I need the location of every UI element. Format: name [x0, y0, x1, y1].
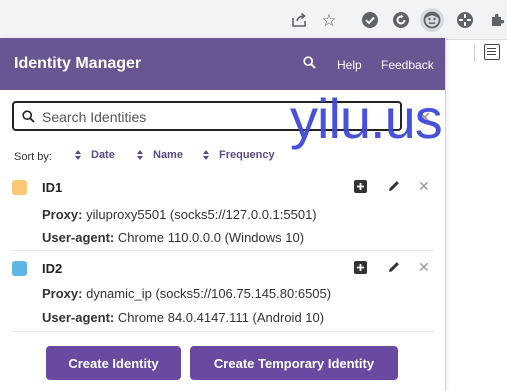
extensions-puzzle-icon[interactable] [486, 8, 507, 32]
extension-check-icon[interactable] [358, 8, 382, 32]
bookmark-star-icon[interactable]: ☆ [317, 8, 341, 32]
proxy-label: Proxy: [42, 207, 83, 222]
identity-color-swatch [12, 180, 27, 195]
create-identity-button[interactable]: Create Identity [46, 346, 181, 380]
identity-name: ID2 [42, 261, 63, 276]
identity-user-agent: User-agent: Chrome 110.0.0.0 (Windows 10… [42, 230, 304, 245]
user-agent-value: Chrome 84.0.4147.111 (Android 10) [117, 310, 325, 325]
browser-toolbar: ☆ [0, 0, 507, 40]
identity-user-agent: User-agent: Chrome 84.0.4147.111 (Androi… [42, 310, 324, 325]
proxy-value: dynamic_ip (socks5://106.75.145.80:6505) [86, 286, 332, 301]
identity-divider [12, 331, 434, 332]
watermark-text: yilu.us [290, 87, 443, 150]
edit-pencil-icon[interactable] [387, 260, 401, 274]
delete-icon[interactable]: ✕ [418, 178, 432, 194]
page-divider [474, 44, 475, 62]
search-icon [22, 110, 35, 123]
sort-option-frequency[interactable]: Frequency [203, 149, 275, 161]
help-link[interactable]: Help [337, 58, 362, 72]
user-agent-label: User-agent: [42, 230, 115, 245]
user-agent-label: User-agent: [42, 310, 115, 325]
add-icon[interactable] [354, 180, 368, 194]
identity-proxy: Proxy: yiluproxy5501 (socks5://127.0.0.1… [42, 207, 317, 222]
extension-crosshair-icon[interactable] [453, 8, 477, 32]
identity-proxy: Proxy: dynamic_ip (socks5://106.75.145.8… [42, 286, 331, 301]
proxy-value: yiluproxy5501 (socks5://127.0.0.1:5501) [86, 207, 317, 222]
extension-refresh-icon[interactable] [389, 8, 413, 32]
sort-option-name[interactable]: Name [137, 149, 183, 161]
page-list-icon[interactable] [484, 44, 500, 60]
popup-title: Identity Manager [14, 55, 142, 72]
identity-divider [12, 250, 434, 251]
add-icon[interactable] [354, 261, 368, 275]
identity-name: ID1 [42, 180, 63, 195]
identity-card[interactable]: ID1 ✕ Proxy: yiluproxy5501 (socks5://127… [0, 174, 445, 254]
identity-manager-extension-icon[interactable] [420, 8, 444, 32]
create-temporary-identity-button[interactable]: Create Temporary Identity [190, 346, 398, 380]
feedback-link[interactable]: Feedback [381, 58, 434, 72]
sort-by-label: Sort by: [14, 151, 52, 163]
identity-card[interactable]: ID2 ✕ Proxy: dynamic_ip (socks5://106.75… [0, 255, 445, 335]
header-search-icon[interactable] [303, 56, 316, 69]
identity-color-swatch [12, 261, 27, 276]
share-icon[interactable] [287, 8, 311, 32]
edit-pencil-icon[interactable] [387, 179, 401, 193]
popup-header: Identity Manager Help Feedback [0, 38, 445, 90]
sort-option-date[interactable]: Date [75, 149, 115, 161]
sort-arrows-icon [75, 150, 82, 160]
sort-arrows-icon [203, 150, 210, 160]
delete-icon[interactable]: ✕ [418, 259, 432, 275]
sort-arrows-icon [137, 150, 144, 160]
proxy-label: Proxy: [42, 286, 83, 301]
user-agent-value: Chrome 110.0.0.0 (Windows 10) [117, 230, 305, 245]
